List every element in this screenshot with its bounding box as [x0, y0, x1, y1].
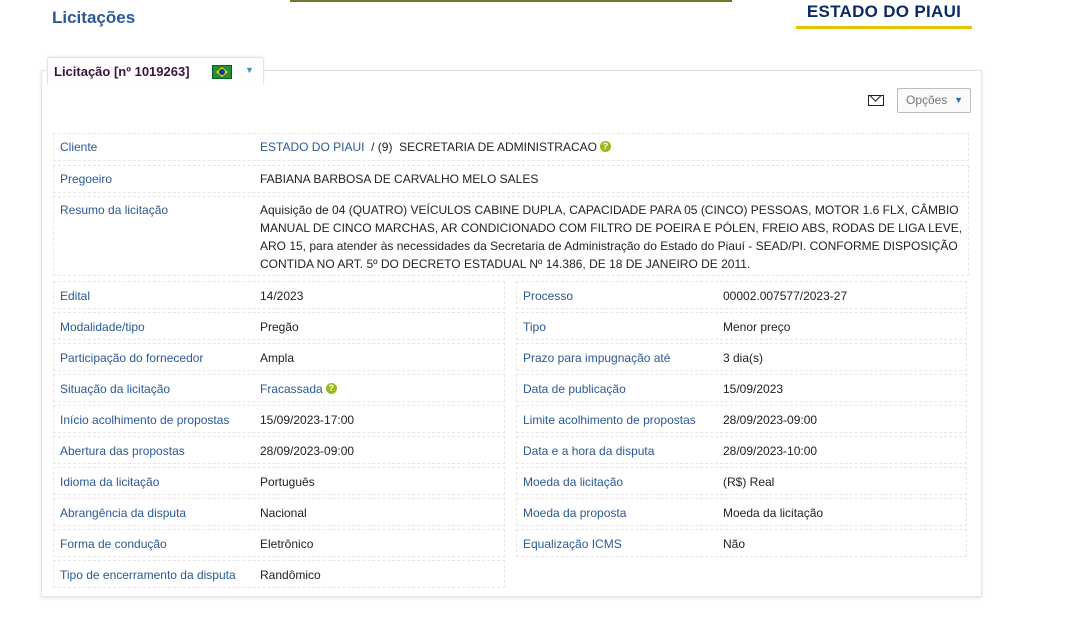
processo-label: Processo [523, 289, 574, 303]
cliente-sep: / (9) [371, 140, 393, 154]
options-label: Opções [906, 93, 948, 107]
row-equalizacao-icms: Equalização ICMS Não [516, 529, 967, 557]
abrangencia-label: Abrangência da disputa [60, 506, 187, 520]
inicio-acolhimento-value: 15/09/2023-17:00 [260, 413, 355, 427]
row-tipo-encerramento: Tipo de encerramento da disputa Randômic… [53, 560, 505, 588]
prazo-impugnacao-value: 3 dia(s) [723, 351, 764, 365]
row-forma-conducao: Forma de condução Eletrônico [53, 529, 505, 557]
data-disputa-value: 28/09/2023-10:00 [723, 444, 818, 458]
tipo-encerramento-value: Randômico [260, 568, 321, 582]
brazil-flag-icon [212, 65, 232, 79]
tab-licitacao[interactable]: Licitação [nº 1019263] ▼ [47, 57, 264, 84]
moeda-proposta-label: Moeda da proposta [523, 506, 627, 520]
row-tipo: Tipo Menor preço [516, 312, 967, 340]
top-accent-bar [290, 0, 732, 2]
edital-value: 14/2023 [260, 289, 304, 303]
situacao-value: Fracassada? [260, 382, 337, 396]
data-disputa-label: Data e a hora da disputa [523, 444, 655, 458]
resumo-line: ARO 15, para atender às necessidades da … [260, 239, 958, 253]
participacao-value: Ampla [260, 351, 295, 365]
help-icon[interactable]: ? [325, 383, 337, 394]
equalizacao-icms-label: Equalização ICMS [523, 537, 622, 551]
abertura-label: Abertura das propostas [60, 444, 185, 458]
resumo-value: Aquisição de 04 (QUATRO) VEÍCULOS CABINE… [260, 201, 965, 273]
tipo-label: Tipo [523, 320, 546, 334]
row-idioma: Idioma da licitação Português [53, 467, 505, 495]
moeda-licitacao-value: (R$) Real [723, 475, 775, 489]
pregoeiro-value: FABIANA BARBOSA DE CARVALHO MELO SALES [260, 172, 539, 186]
cliente-org-link[interactable]: ESTADO DO PIAUI [260, 140, 364, 154]
row-pregoeiro: Pregoeiro FABIANA BARBOSA DE CARVALHO ME… [53, 165, 969, 193]
resumo-line: Aquisição de 04 (QUATRO) VEÍCULOS CABINE… [260, 203, 959, 217]
prazo-impugnacao-label: Prazo para impugnação até [523, 351, 671, 365]
page-title: Licitações [52, 8, 136, 27]
row-situacao: Situação da licitação Fracassada? [53, 374, 505, 402]
resumo-label: Resumo da licitação [60, 203, 169, 217]
forma-conducao-value: Eletrônico [260, 537, 314, 551]
row-abrangencia: Abrangência da disputa Nacional [53, 498, 505, 526]
data-publicacao-label: Data de publicação [523, 382, 626, 396]
chevron-down-icon: ▼ [954, 95, 963, 105]
row-cliente: Cliente ESTADO DO PIAUI / (9) SECRETARIA… [53, 133, 969, 161]
abertura-value: 28/09/2023-09:00 [260, 444, 355, 458]
brand-logo: ESTADO DO PIAUI [796, 2, 972, 29]
data-publicacao-value: 15/09/2023 [723, 382, 784, 396]
mail-icon[interactable] [868, 95, 884, 106]
row-moeda-proposta: Moeda da proposta Moeda da licitação [516, 498, 967, 526]
participacao-label: Participação do fornecedor [60, 351, 204, 365]
moeda-proposta-value: Moeda da licitação [723, 506, 824, 520]
moeda-licitacao-label: Moeda da licitação [523, 475, 624, 489]
forma-conducao-label: Forma de condução [60, 537, 167, 551]
row-prazo-impugnacao: Prazo para impugnação até 3 dia(s) [516, 343, 967, 371]
cliente-label: Cliente [60, 140, 98, 154]
row-data-publicacao: Data de publicação 15/09/2023 [516, 374, 967, 402]
pregoeiro-label: Pregoeiro [60, 172, 113, 186]
situacao-label: Situação da licitação [60, 382, 171, 396]
idioma-value: Português [260, 475, 315, 489]
cliente-value: ESTADO DO PIAUI / (9) SECRETARIA DE ADMI… [260, 140, 611, 154]
limite-acolhimento-value: 28/09/2023-09:00 [723, 413, 818, 427]
abrangencia-value: Nacional [260, 506, 307, 520]
row-abertura: Abertura das propostas 28/09/2023-09:00 [53, 436, 505, 464]
row-inicio-acolhimento: Início acolhimento de propostas 15/09/20… [53, 405, 505, 433]
row-edital: Edital 14/2023 [53, 281, 505, 309]
options-button[interactable]: Opções ▼ [897, 88, 971, 113]
row-resumo: Resumo da licitação Aquisição de 04 (QUA… [53, 196, 969, 276]
row-data-disputa: Data e a hora da disputa 28/09/2023-10:0… [516, 436, 967, 464]
tab-label: Licitação [nº 1019263] [54, 64, 190, 79]
idioma-label: Idioma da licitação [60, 475, 160, 489]
resumo-line: CONTIDA NO ART. 5º DO DECRETO ESTADUAL N… [260, 257, 751, 271]
inicio-acolhimento-label: Início acolhimento de propostas [60, 413, 230, 427]
situacao-link[interactable]: Fracassada [260, 382, 323, 396]
edital-label: Edital [60, 289, 91, 303]
row-limite-acolhimento: Limite acolhimento de propostas 28/09/20… [516, 405, 967, 433]
processo-value: 00002.007577/2023-27 [723, 289, 848, 303]
limite-acolhimento-label: Limite acolhimento de propostas [523, 413, 696, 427]
tipo-encerramento-label: Tipo de encerramento da disputa [60, 568, 236, 582]
modalidade-value: Pregão [260, 320, 299, 334]
resumo-line: MANUAL DE CINCO MARCHAS, AR CONDICIONADO… [260, 221, 963, 235]
modalidade-label: Modalidade/tipo [60, 320, 145, 334]
cliente-dept: SECRETARIA DE ADMINISTRACAO [399, 140, 597, 154]
row-participacao: Participação do fornecedor Ampla [53, 343, 505, 371]
chevron-down-icon[interactable]: ▼ [245, 65, 254, 75]
row-processo: Processo 00002.007577/2023-27 [516, 281, 967, 309]
tipo-value: Menor preço [723, 320, 791, 334]
row-modalidade: Modalidade/tipo Pregão [53, 312, 505, 340]
equalizacao-icms-value: Não [723, 537, 746, 551]
row-moeda-licitacao: Moeda da licitação (R$) Real [516, 467, 967, 495]
help-icon[interactable]: ? [599, 141, 611, 152]
